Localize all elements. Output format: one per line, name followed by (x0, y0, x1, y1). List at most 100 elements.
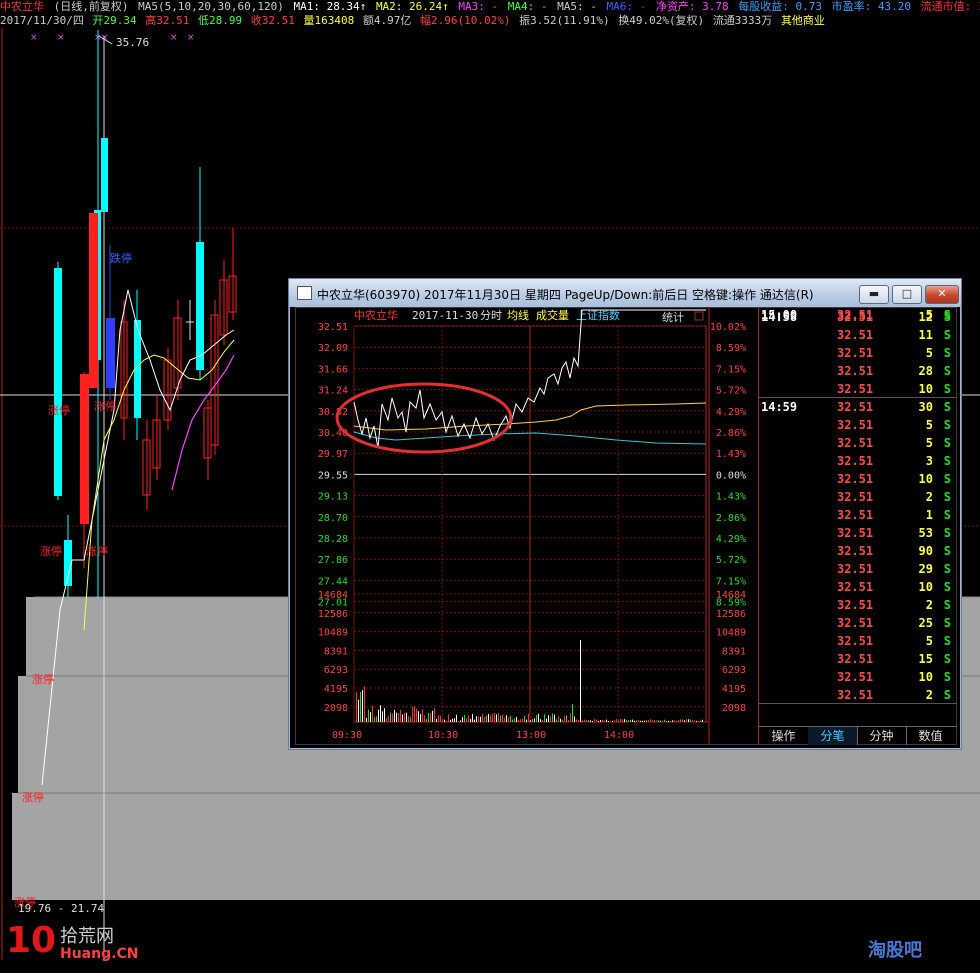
tick-row[interactable]: 32.51 10 S (759, 472, 957, 490)
tick-row[interactable]: 32.51 2 S (759, 490, 957, 508)
tab-ticks[interactable]: 分笔 (808, 727, 858, 745)
volume-bar (432, 710, 433, 722)
volume-bar (412, 706, 413, 722)
tick-row[interactable]: 32.51 5 S (759, 418, 957, 436)
volume-bar (694, 720, 695, 722)
minimize-button[interactable]: ▬ (859, 285, 889, 304)
volume-bar (690, 719, 691, 722)
tick-row[interactable]: 32.51 2 S (759, 598, 957, 616)
volume-bar (410, 717, 411, 722)
tick-row[interactable]: 32.51 5 S (759, 436, 957, 454)
tick-side: S (943, 598, 951, 612)
tick-volume: 5 (925, 346, 933, 360)
tick-row[interactable]: 32.51 10 S (759, 580, 957, 598)
time-tick: 14:00 (604, 730, 634, 741)
volume-bar (404, 712, 405, 722)
tick-price: 32.51 (837, 652, 874, 666)
volume-bar (484, 717, 485, 722)
stock-name[interactable]: 中农立华 (0, 0, 44, 13)
tick-row[interactable]: 32.51 5 S (759, 634, 957, 652)
volume-bar (642, 720, 643, 722)
tick-price: 32.51 (837, 364, 874, 378)
tick-row[interactable]: 32.51 15 S (759, 652, 957, 670)
volume-bar (420, 713, 421, 722)
stats-toggle-icon[interactable] (694, 311, 704, 321)
volume-bar (598, 720, 599, 722)
quote-amount: 额4.97亿 (362, 14, 412, 27)
volume-bar (534, 718, 535, 722)
price-tick: 31.24 (318, 386, 348, 397)
tick-detail-panel[interactable]: 14:58 32.51 12 S 32.51 11 S 32.51 5 S 32.51 28 S 32.5… (758, 308, 957, 745)
quote-industry[interactable]: 其他商业 (781, 14, 825, 27)
tick-price: 32.51 (837, 472, 874, 486)
avg-line-label[interactable]: 均线 (507, 308, 529, 322)
tick-row[interactable]: 32.51 11 S (759, 328, 957, 346)
stats-label[interactable]: 统计 (662, 311, 684, 324)
close-button[interactable]: ✕ (925, 285, 959, 304)
volume-bar (592, 720, 593, 722)
intraday-view-label[interactable]: 分时 (480, 309, 502, 322)
volume-bar (540, 719, 541, 722)
volume-bar (696, 720, 697, 722)
tick-row[interactable]: 32.51 90 S (759, 544, 957, 562)
volume-bar (588, 720, 589, 722)
tick-row[interactable]: 32.51 3 S (759, 454, 957, 472)
volume-bar (394, 709, 395, 722)
volume-bar (476, 716, 477, 722)
volume-bar (636, 720, 637, 722)
tick-row[interactable]: 32.51 5 S (759, 346, 957, 364)
volume-bar (510, 715, 511, 722)
tick-price: 32.51 (837, 580, 874, 594)
ma-definition[interactable]: MA5(5,10,20,30,60,120) (138, 0, 284, 13)
volume-bar (618, 720, 619, 722)
volume-bar (604, 720, 605, 722)
tick-side: S (943, 652, 951, 666)
quote-close: 收32.51 (250, 14, 295, 27)
chart-mode[interactable]: (日线,前复权) (54, 0, 129, 13)
percent-tick: 4.29% (716, 534, 746, 545)
tick-row[interactable]: 32.51 25 S (759, 616, 957, 634)
tick-row[interactable]: 32.51 1 S (759, 508, 957, 526)
percent-tick: 8.59% (716, 343, 746, 354)
volume-bar (480, 716, 481, 722)
tick-side: S (943, 308, 951, 322)
volume-bar (402, 714, 403, 722)
volume-bar (526, 719, 527, 722)
volume-bar (666, 720, 667, 722)
tick-row[interactable]: 14:59 32.51 30 S (759, 400, 957, 418)
window-titlebar[interactable]: 中农立华(603970) 2017年11月30日 星期四 PageUp/Down… (289, 279, 961, 307)
tab-values[interactable]: 数值 (906, 727, 955, 745)
window-content: 中农立华 2017-11-30 分时 均线 成交量 上证指数 统计 32.51 3… (295, 307, 957, 745)
tick-price: 32.51 (837, 436, 874, 450)
volume-bar (386, 717, 387, 722)
svg-text:×: × (187, 33, 195, 43)
intraday-popup-window[interactable]: 中农立华(603970) 2017年11月30日 星期四 PageUp/Down… (288, 278, 962, 750)
percent-tick: 2.86% (716, 428, 746, 439)
percent-tick: 2.86% (716, 513, 746, 524)
volume-bar (442, 719, 443, 722)
tab-operate[interactable]: 操作 (759, 727, 809, 745)
tick-row[interactable]: 32.51 29 S (759, 562, 957, 580)
tick-price: 32.51 (837, 382, 874, 396)
volume-bar (580, 640, 581, 722)
volume-bar (466, 718, 467, 722)
tick-row[interactable]: 32.51 10 S (759, 670, 957, 688)
tab-minutes[interactable]: 分钟 (857, 727, 907, 745)
tick-side: S (943, 634, 951, 648)
volume-bar (536, 715, 537, 722)
price-tick: 28.28 (318, 534, 348, 545)
volume-bar (522, 718, 523, 722)
volume-bar (550, 715, 551, 722)
volume-tick: 6293 (722, 665, 746, 676)
maximize-button[interactable]: □ (892, 285, 922, 304)
volume-label[interactable]: 成交量 (536, 308, 569, 322)
volume-bar (626, 719, 627, 722)
intraday-chart[interactable]: 中农立华 2017-11-30 分时 均线 成交量 上证指数 统计 32.513… (296, 308, 758, 744)
volume-bar (462, 717, 463, 722)
percent-tick: 10.02% (710, 322, 746, 333)
tick-row[interactable]: 15:00 32.51 5 S (759, 308, 957, 326)
tick-row[interactable]: 32.51 53 S (759, 526, 957, 544)
tick-volume: 10 (918, 670, 933, 684)
tick-row[interactable]: 32.51 28 S (759, 364, 957, 382)
volume-bar (650, 719, 651, 722)
